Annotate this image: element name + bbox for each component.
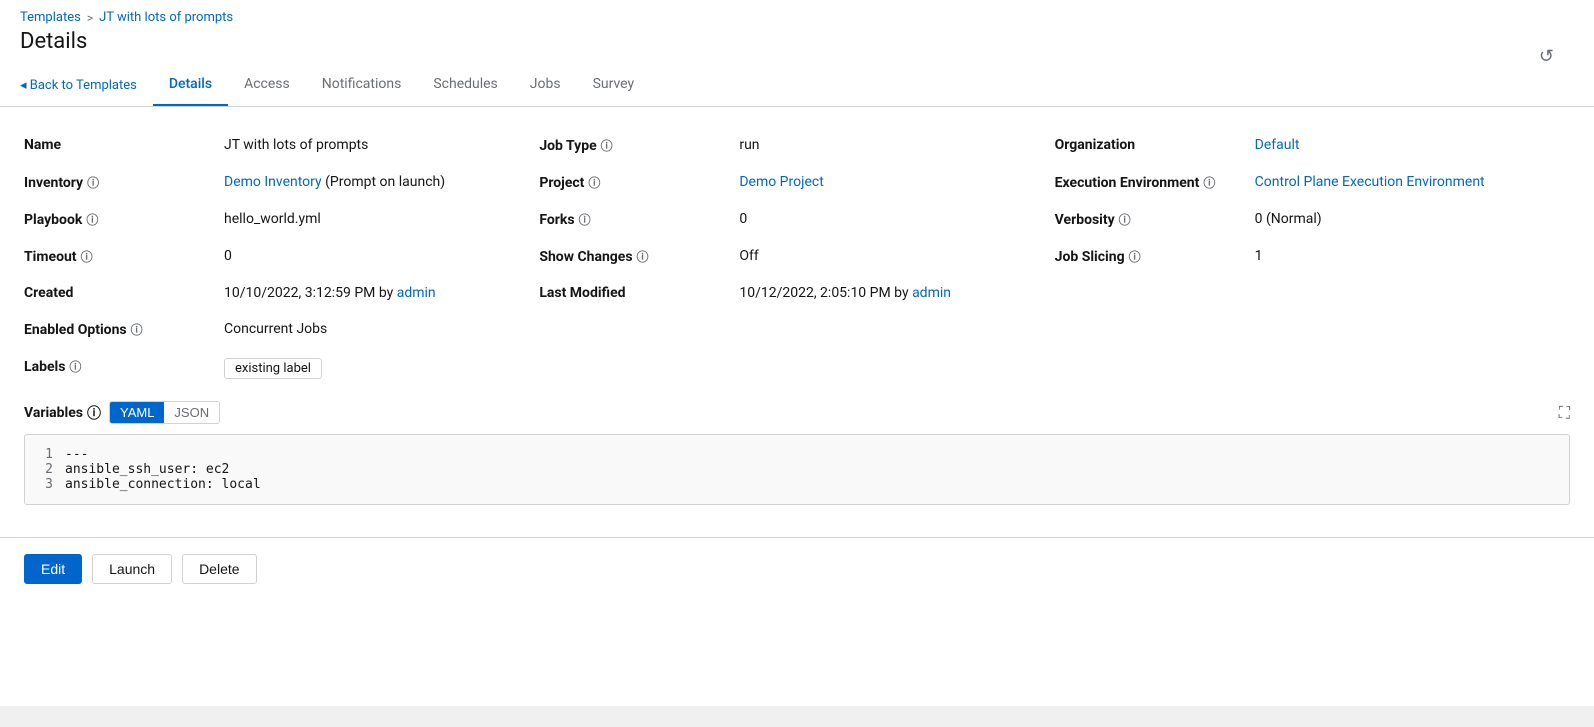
execution-env-label: Execution Environment ⓘ [1055, 174, 1255, 191]
project-help-icon[interactable]: ⓘ [588, 174, 600, 191]
enabled-options-help-icon[interactable]: ⓘ [131, 321, 143, 338]
execution-env-value: Control Plane Execution Environment [1255, 174, 1570, 190]
line-num-1: 1 [25, 447, 65, 462]
row-1: Name JT with lots of prompts Job Type ⓘ … [24, 127, 1570, 164]
verbosity-help-icon[interactable]: ⓘ [1119, 211, 1131, 228]
inventory-label: Inventory ⓘ [24, 174, 224, 191]
expand-icon[interactable]: ⛶ [1559, 403, 1570, 423]
code-line-1: 1 --- [25, 447, 1569, 462]
job-slicing-value: 1 [1255, 248, 1570, 264]
last-modified-label: Last Modified [539, 285, 739, 301]
line-num-3: 3 [25, 477, 65, 492]
line-code-3: ansible_connection: local [65, 477, 261, 492]
organization-value: Default [1255, 137, 1570, 153]
timeout-label: Timeout ⓘ [24, 248, 224, 265]
inventory-link[interactable]: Demo Inventory [224, 174, 322, 190]
verbosity-label: Verbosity ⓘ [1055, 211, 1255, 228]
breadcrumb-templates-link[interactable]: Templates [20, 10, 81, 25]
enabled-options-value: Concurrent Jobs [224, 321, 539, 337]
variables-code-block: 1 --- 2 ansible_ssh_user: ec2 3 ansible_… [24, 434, 1570, 505]
playbook-help-icon[interactable]: ⓘ [86, 211, 98, 228]
breadcrumb-current-link[interactable]: JT with lots of prompts [99, 10, 233, 25]
timeout-value: 0 [224, 248, 539, 264]
detail-body: Name JT with lots of prompts Job Type ⓘ … [0, 107, 1594, 537]
playbook-label: Playbook ⓘ [24, 211, 224, 228]
labels-label: Labels ⓘ [24, 358, 224, 375]
inventory-value: Demo Inventory (Prompt on launch) [224, 174, 539, 190]
launch-button[interactable]: Launch [92, 554, 172, 584]
variables-help-icon[interactable]: ⓘ [87, 403, 101, 423]
line-code-2: ansible_ssh_user: ec2 [65, 462, 229, 477]
page-title: Details [20, 29, 1574, 64]
row-4: Timeout ⓘ 0 Show Changes ⓘ Off Job Slici… [24, 238, 1570, 275]
row-3: Playbook ⓘ hello_world.yml Forks ⓘ 0 Ver… [24, 201, 1570, 238]
show-changes-value: Off [739, 248, 1054, 264]
execution-env-help-icon[interactable]: ⓘ [1203, 174, 1215, 191]
inventory-help-icon[interactable]: ⓘ [87, 174, 99, 191]
back-to-templates-link[interactable]: ◂ Back to Templates [20, 78, 137, 93]
tab-survey[interactable]: Survey [577, 64, 651, 106]
name-label: Name [24, 137, 224, 153]
yaml-toggle-button[interactable]: YAML [110, 402, 164, 423]
line-code-1: --- [65, 447, 88, 462]
project-label: Project ⓘ [539, 174, 739, 191]
edit-button[interactable]: Edit [24, 554, 82, 584]
job-type-label: Job Type ⓘ [539, 137, 739, 154]
tab-access[interactable]: Access [228, 64, 306, 106]
execution-env-link[interactable]: Control Plane Execution Environment [1255, 174, 1485, 190]
tab-bar: ◂ Back to Templates Details Access Notif… [0, 64, 1594, 107]
created-label: Created [24, 285, 224, 301]
show-changes-label: Show Changes ⓘ [539, 248, 739, 265]
created-value: 10/10/2022, 3:12:59 PM by admin [224, 285, 539, 301]
history-icon[interactable]: ↺ [1539, 46, 1554, 67]
code-line-3: 3 ansible_connection: local [25, 477, 1569, 492]
tab-details[interactable]: Details [153, 64, 228, 106]
organization-label: Organization [1055, 137, 1255, 153]
variables-header: Variables ⓘ YAML JSON ⛶ [24, 401, 1570, 424]
breadcrumb: Templates > JT with lots of prompts [20, 10, 1574, 25]
label-badge: existing label [224, 358, 322, 379]
delete-button[interactable]: Delete [182, 554, 256, 584]
tab-schedules[interactable]: Schedules [417, 64, 513, 106]
project-link[interactable]: Demo Project [739, 174, 823, 190]
row-7: Labels ⓘ existing label [24, 348, 1570, 389]
code-line-2: 2 ansible_ssh_user: ec2 [25, 462, 1569, 477]
forks-label: Forks ⓘ [539, 211, 739, 228]
labels-help-icon[interactable]: ⓘ [69, 358, 81, 375]
json-toggle-button[interactable]: JSON [164, 402, 219, 423]
variables-label: Variables ⓘ [24, 403, 101, 423]
action-bar: Edit Launch Delete [0, 537, 1594, 600]
line-num-2: 2 [25, 462, 65, 477]
last-modified-value: 10/12/2022, 2:05:10 PM by admin [739, 285, 1054, 301]
organization-link[interactable]: Default [1255, 137, 1300, 153]
verbosity-value: 0 (Normal) [1255, 211, 1570, 227]
variables-section: Variables ⓘ YAML JSON ⛶ 1 --- 2 ansible_… [24, 389, 1570, 517]
labels-value: existing label [224, 358, 539, 379]
tab-jobs[interactable]: Jobs [514, 64, 577, 106]
show-changes-help-icon[interactable]: ⓘ [637, 248, 649, 265]
enabled-options-label: Enabled Options ⓘ [24, 321, 224, 338]
job-slicing-help-icon[interactable]: ⓘ [1129, 248, 1141, 265]
row-5: Created 10/10/2022, 3:12:59 PM by admin … [24, 275, 1570, 311]
job-type-value: run [739, 137, 1054, 153]
forks-help-icon[interactable]: ⓘ [579, 211, 591, 228]
row-2: Inventory ⓘ Demo Inventory (Prompt on la… [24, 164, 1570, 201]
row-6: Enabled Options ⓘ Concurrent Jobs [24, 311, 1570, 348]
name-value: JT with lots of prompts [224, 137, 539, 153]
variables-toggle-group: YAML JSON [109, 401, 220, 424]
playbook-value: hello_world.yml [224, 211, 539, 227]
breadcrumb-separator: > [87, 11, 93, 25]
timeout-help-icon[interactable]: ⓘ [81, 248, 93, 265]
forks-value: 0 [739, 211, 1054, 227]
job-type-help-icon[interactable]: ⓘ [601, 137, 613, 154]
tab-notifications[interactable]: Notifications [306, 64, 418, 106]
created-admin-link[interactable]: admin [397, 285, 436, 301]
project-value: Demo Project [739, 174, 1054, 190]
job-slicing-label: Job Slicing ⓘ [1055, 248, 1255, 265]
last-modified-admin-link[interactable]: admin [912, 285, 951, 301]
